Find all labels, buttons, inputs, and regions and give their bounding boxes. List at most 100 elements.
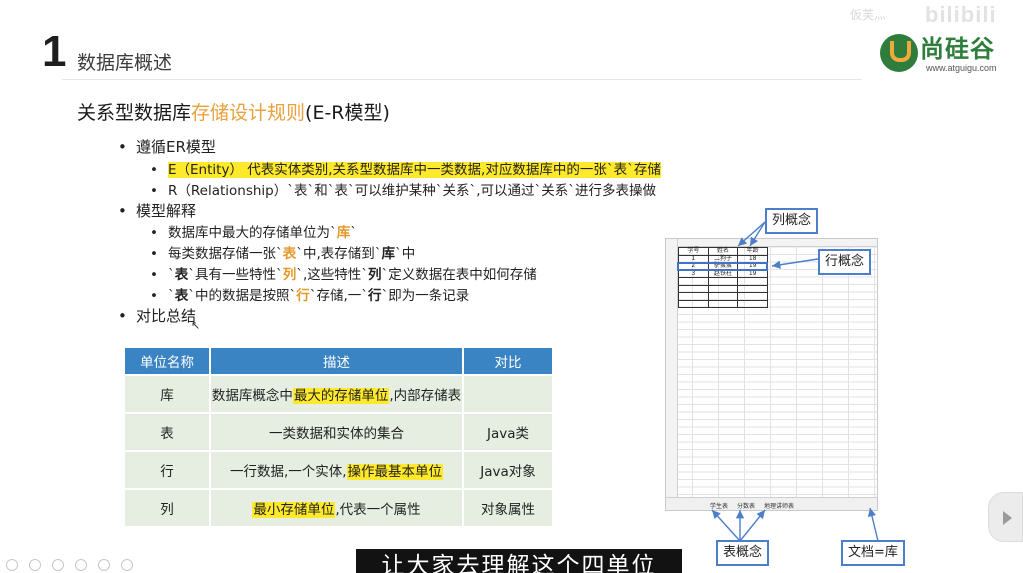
previous-icon[interactable] — [6, 559, 18, 571]
bullet-model-explain: • 模型解释 — [118, 202, 197, 220]
text-em: 库 — [336, 225, 351, 241]
subtitle-suffix: (E-R模型) — [305, 102, 390, 124]
text-em: 行 — [296, 288, 310, 304]
table-cell-desc: 一行数据,一个实体,操作最基本单位 — [209, 450, 464, 490]
table-header-cell: 单位名称 — [123, 346, 211, 376]
text: 每类数据存储一张` — [168, 246, 283, 262]
bullet-m3: • `表`具有一些特性`列`,这些特性`列`定义数据在表中如何存储 — [150, 267, 537, 283]
text-em: 表 — [282, 246, 297, 262]
logo-u-icon — [880, 34, 918, 72]
text: `中 — [395, 246, 416, 262]
slide-toolbar — [6, 556, 139, 571]
mouse-cursor-icon: ↖ — [191, 319, 201, 332]
bullet-m2: • 每类数据存储一张`表`中,表存储到`库`中 — [150, 246, 416, 262]
table-row: 库 数据库概念中最大的存储单位,内部存储表 — [123, 374, 554, 414]
text-em: 表 — [174, 267, 189, 283]
bullet-m4: • `表`中的数据是按照`行`存储,一`行`即为一条记录 — [150, 288, 470, 304]
text-em: 表 — [174, 288, 189, 304]
bullet-summary: • 对比总结 — [118, 307, 197, 325]
bullet-relationship: • R（Relationship）`表`和`表`可以维护某种`关系`,可以通过`关… — [150, 183, 657, 199]
logo-text: 尚硅谷 — [920, 35, 995, 63]
sheet-tab-bar: 学生表 分数表 地理讲师表 — [666, 497, 877, 510]
section-title: 数据库概述 — [77, 52, 173, 74]
bullet-m1: • 数据库中最大的存储单位为`库` — [150, 225, 357, 241]
text: `,这些特性` — [296, 267, 369, 283]
sheet-tab: 地理讲师表 — [764, 503, 795, 510]
bullet-text: E（Entity） 代表实体类别,关系型数据库中一类数据,对应数据库中的一张`表… — [168, 162, 661, 178]
subtitle-highlight: 存储设计规则 — [191, 102, 306, 124]
sheet-cell: 年龄 — [737, 247, 768, 256]
text: 数据库概念中 — [211, 388, 293, 404]
text: ` — [168, 267, 175, 283]
column-concept-label: 列概念 — [765, 208, 819, 234]
text: ,代表一个属性 — [335, 502, 421, 518]
text-em: 列 — [368, 267, 382, 283]
pen-icon[interactable] — [52, 559, 65, 571]
table-cell-desc: 数据库概念中最大的存储单位,内部存储表 — [209, 374, 464, 414]
header-divider — [62, 79, 862, 80]
table-cell-unit: 行 — [123, 450, 211, 490]
sheet-cell: 姓名 — [707, 247, 739, 256]
text: 一类数据和实体的集合 — [269, 426, 404, 442]
bullet-entity: • E（Entity） 代表实体类别,关系型数据库中一类数据,对应数据库中的一张`… — [150, 162, 661, 178]
subtitle-prefix: 关系型数据库 — [77, 102, 192, 124]
next-icon[interactable] — [29, 559, 42, 571]
slide-subtitle: 关系型数据库存储设计规则(E-R模型) — [77, 98, 390, 125]
more-icon[interactable] — [121, 559, 134, 571]
bullet-text: R（Relationship）`表`和`表`可以维护某种`关系`,可以通过`关系… — [168, 183, 657, 199]
comparison-table: 单位名称 描述 对比 库 数据库概念中最大的存储单位,内部存储表 表 一类数据和… — [123, 346, 554, 528]
table-cell-compare: Java类 — [462, 412, 554, 452]
sheet-cell: 19 — [737, 269, 768, 278]
text-em: 列 — [282, 267, 297, 283]
sheet-row-header — [666, 239, 678, 498]
text: ` — [168, 288, 175, 304]
text-highlight: 最小存储单位 — [252, 502, 336, 518]
text: 数据库中最大的存储单位为` — [168, 225, 337, 241]
logo-url: www.atguigu.com — [926, 63, 997, 73]
table-row: 行 一行数据,一个实体,操作最基本单位 Java对象 — [123, 450, 554, 490]
text: `即为一条记录 — [381, 288, 470, 304]
table-cell-unit: 表 — [123, 412, 211, 452]
table-cell-compare: Java对象 — [462, 450, 554, 490]
text-em: 行 — [368, 288, 382, 304]
text: ` — [350, 225, 357, 241]
row-highlight-box — [677, 262, 768, 271]
sheet-cell: 3 — [678, 269, 709, 278]
bullet-text: 对比总结 — [136, 307, 197, 325]
bullet-text: 遵循ER模型 — [136, 138, 216, 156]
text-highlight: 操作最基本单位 — [346, 464, 444, 480]
text: `存储,一` — [309, 288, 369, 304]
table-row: 表 一类数据和实体的集合 Java类 — [123, 412, 554, 452]
text: `具有一些特性` — [188, 267, 283, 283]
text-em: 库 — [381, 246, 396, 262]
text: 一行数据,一个实体, — [229, 464, 347, 480]
text-highlight: 最大的存储单位 — [292, 388, 390, 404]
table-concept-label: 表概念 — [716, 540, 770, 566]
table-header-cell: 对比 — [462, 346, 554, 376]
document-concept-label: 文档=库 — [841, 540, 905, 566]
slides-icon[interactable] — [75, 559, 88, 571]
row-concept-label: 行概念 — [818, 249, 872, 275]
section-number: 1 — [42, 27, 67, 76]
play-side-button[interactable] — [988, 492, 1023, 542]
spreadsheet-illustration: 学号 姓名 年龄 1 二狗子 18 2 驴蛋蛋 19 3 赵铁柱 19 学生表 分数表 地理讲师… — [665, 238, 878, 511]
sheet-data-table: 学号 姓名 年龄 1 二狗子 18 2 驴蛋蛋 19 3 赵铁柱 19 — [678, 247, 768, 308]
sheet-tab: 分数表 — [737, 503, 756, 510]
table-header-cell: 描述 — [209, 346, 464, 376]
table-cell-compare: 对象属性 — [462, 488, 554, 528]
sheet-column-header — [666, 239, 877, 247]
bilibili-watermark: bilibili — [925, 2, 997, 27]
table-cell-compare — [462, 374, 554, 414]
table-cell-desc: 最小存储单位,代表一个属性 — [209, 488, 464, 528]
bullet-er-model: • 遵循ER模型 — [118, 138, 216, 156]
text: ,内部存储表 — [389, 388, 462, 404]
zoom-icon[interactable] — [98, 559, 111, 571]
text: `定义数据在表中如何存储 — [381, 267, 537, 283]
bullet-text: 模型解释 — [136, 202, 197, 220]
text: `中的数据是按照` — [188, 288, 297, 304]
sheet-cell: 赵铁柱 — [707, 269, 739, 278]
table-cell-unit: 库 — [123, 374, 211, 414]
faint-watermark: 仮芙灬 — [850, 8, 887, 22]
atguigu-logo: 尚硅谷 www.atguigu.com — [880, 34, 1000, 74]
table-cell-unit: 列 — [123, 488, 211, 528]
